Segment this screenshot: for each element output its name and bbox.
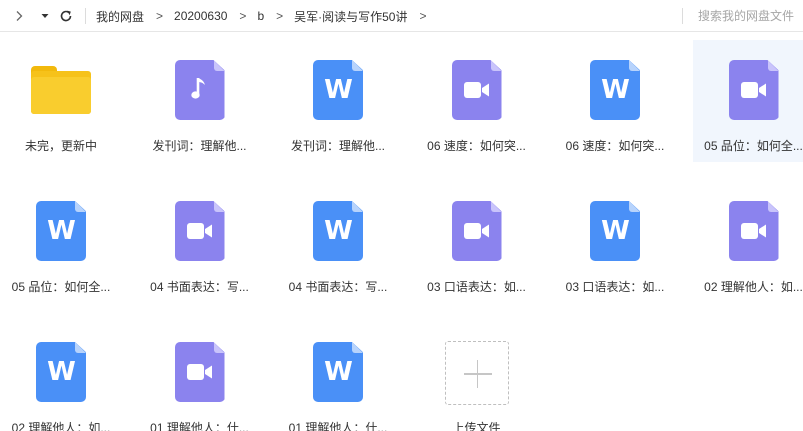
chevron-right-icon (14, 10, 24, 22)
file-name: 04 书面表达：写... (288, 280, 388, 294)
file-name: 02 理解他人：如... (704, 280, 803, 294)
file-item[interactable]: W 03 口语表达：如... (554, 181, 676, 303)
file-name: 未完，更新中 (24, 139, 97, 153)
file-name: 02 理解他人：如... (11, 421, 111, 431)
file-item[interactable]: 06 速度：如何突... (416, 40, 538, 162)
file-name: 05 品位：如何全... (11, 280, 111, 294)
audio-file-icon (174, 60, 225, 120)
plus-icon (444, 341, 509, 406)
search-divider (682, 8, 683, 24)
breadcrumb-separator: > (239, 9, 247, 23)
breadcrumb-separator: > (419, 9, 427, 23)
file-name: 发刊词：理解他... (290, 139, 385, 153)
file-name: 03 口语表达：如... (565, 280, 665, 294)
file-item[interactable]: W 04 书面表达：写... (277, 181, 399, 303)
file-name: 06 速度：如何突... (427, 139, 526, 153)
word-letter: W (47, 357, 76, 387)
breadcrumb: 我的网盘 >20200630 > b > 吴军·阅读与写作50讲 > (96, 0, 438, 32)
word-letter: W (601, 75, 630, 105)
video-file-icon (728, 60, 779, 120)
file-name: 01 理解他人：什... (288, 421, 388, 431)
word-letter: W (324, 216, 353, 246)
video-file-icon (451, 201, 502, 261)
video-file-icon (174, 342, 225, 402)
word-document-icon: W (36, 342, 86, 402)
word-letter: W (47, 216, 76, 246)
video-file-icon (728, 201, 779, 261)
breadcrumb-item[interactable]: 20200630 (174, 9, 227, 23)
file-name: 04 书面表达：写... (150, 280, 249, 294)
word-document-icon: W (590, 60, 640, 120)
toolbar-divider (85, 8, 86, 24)
file-item[interactable]: W 05 品位：如何全... (0, 181, 122, 303)
file-name: 01 理解他人：什... (150, 421, 249, 431)
search-box (698, 0, 803, 32)
word-letter: W (324, 75, 353, 105)
video-file-icon (174, 201, 225, 261)
file-item[interactable]: 04 书面表达：写... (139, 181, 261, 303)
word-document-icon: W (590, 201, 640, 261)
breadcrumb-item[interactable]: 我的网盘 (96, 8, 144, 25)
word-letter: W (324, 357, 353, 387)
file-item[interactable]: 03 口语表达：如... (416, 181, 538, 303)
history-dropdown-button[interactable] (36, 0, 54, 32)
file-name: 06 速度：如何突... (565, 139, 665, 153)
file-item[interactable]: 02 理解他人：如... (693, 181, 803, 303)
file-item[interactable]: 05 品位：如何全... (692, 40, 803, 162)
breadcrumb-item[interactable]: 吴军·阅读与写作50讲 (294, 8, 407, 25)
refresh-icon (59, 9, 73, 23)
upload-tile[interactable]: 上传文件 (416, 322, 538, 431)
word-letter: W (601, 216, 630, 246)
word-document-icon: W (36, 201, 86, 261)
file-item[interactable]: W 01 理解他人：什... (277, 322, 399, 431)
file-name: 发刊词：理解他... (152, 139, 247, 153)
search-input[interactable] (698, 9, 803, 23)
file-item[interactable]: 01 理解他人：什... (139, 322, 261, 431)
file-item[interactable]: W 06 速度：如何突... (554, 40, 676, 162)
breadcrumb-separator: > (156, 9, 164, 23)
file-name: 05 品位：如何全... (704, 139, 803, 153)
breadcrumb-separator: > (276, 9, 284, 23)
back-button[interactable] (8, 0, 30, 32)
refresh-button[interactable] (56, 0, 76, 32)
word-document-icon: W (313, 60, 363, 120)
word-document-icon: W (313, 201, 363, 261)
word-document-icon: W (313, 342, 363, 402)
upload-label: 上传文件 (452, 421, 501, 431)
caret-down-icon (41, 13, 49, 19)
video-file-icon (451, 60, 502, 120)
file-item[interactable]: 发刊词：理解他... (139, 40, 261, 162)
address-bar: 我的网盘 >20200630 > b > 吴军·阅读与写作50讲 > (0, 0, 803, 32)
folder-icon (31, 60, 91, 114)
file-item[interactable]: W 02 理解他人：如... (0, 322, 122, 431)
file-item[interactable]: W 发刊词：理解他... (277, 40, 399, 162)
file-item[interactable]: 未完，更新中 (0, 40, 122, 162)
file-name: 03 口语表达：如... (427, 280, 526, 294)
breadcrumb-item[interactable]: b (257, 9, 264, 23)
